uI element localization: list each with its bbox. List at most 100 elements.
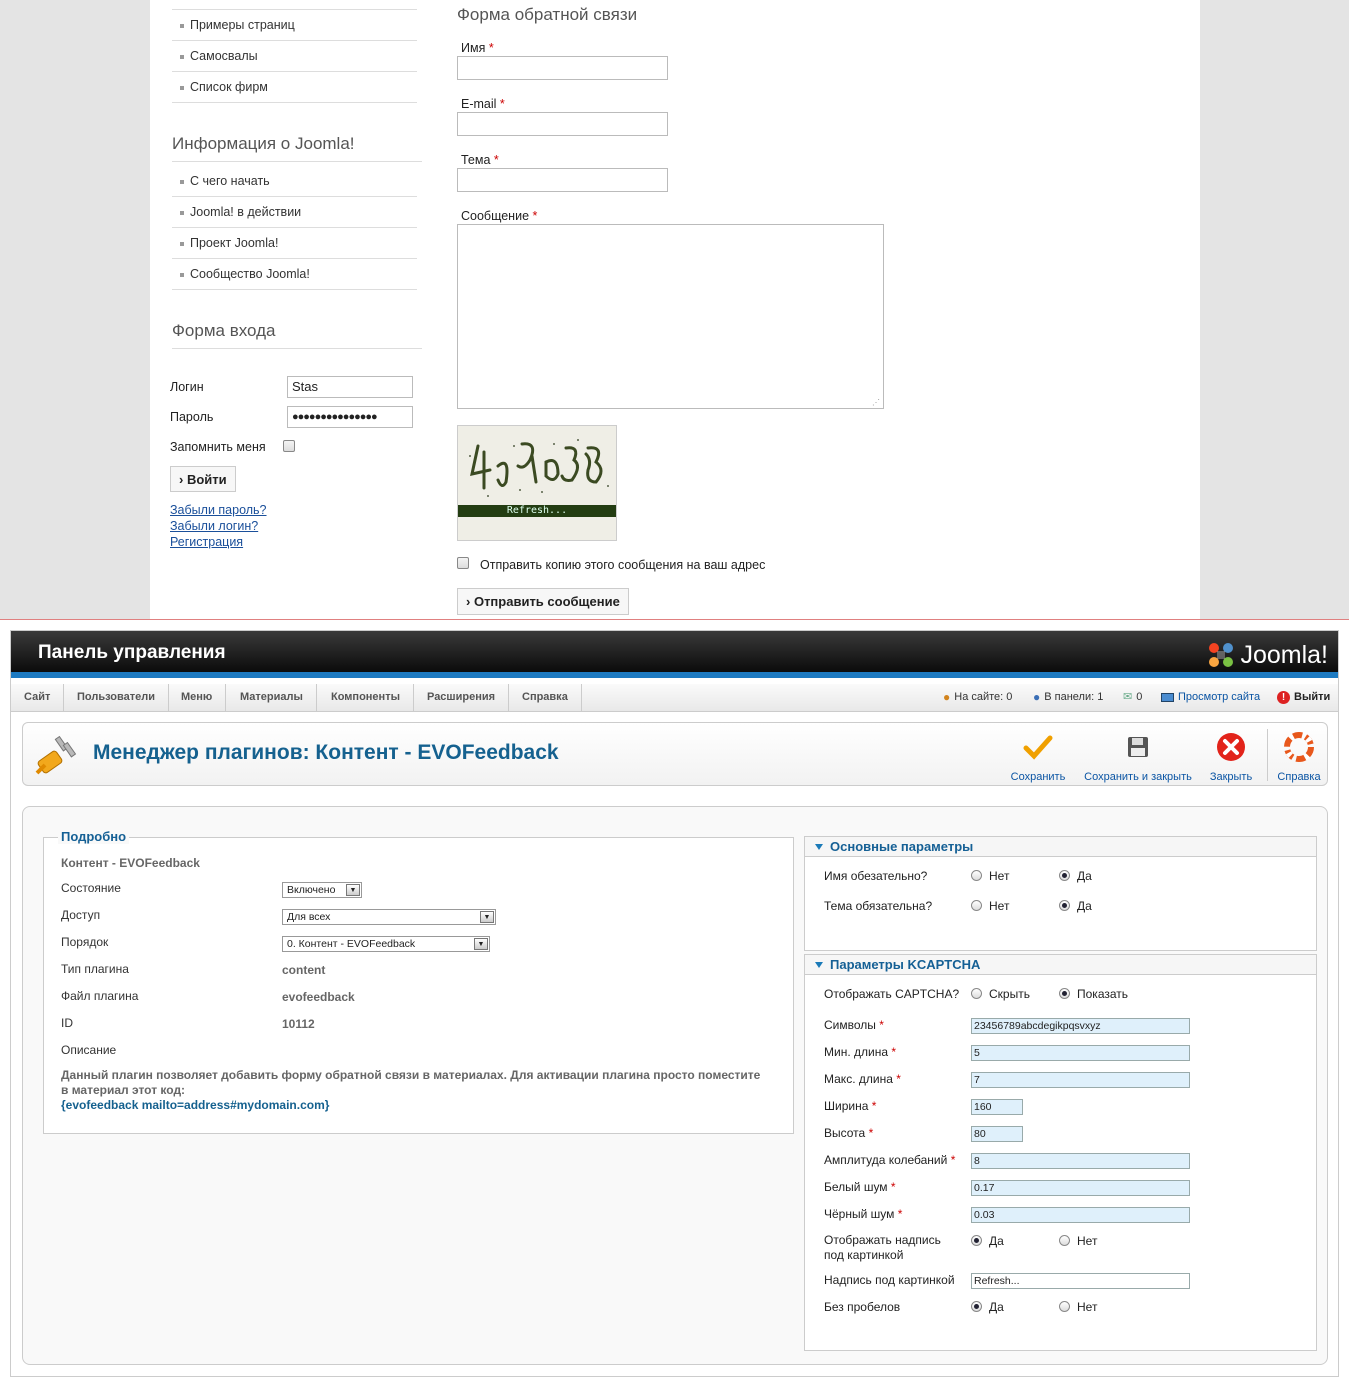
send-button-label: Отправить сообщение (473, 594, 620, 609)
menu-item[interactable]: Примеры страниц (172, 10, 417, 41)
order-select[interactable]: 0. Контент - EVOFeedback ▼ (282, 936, 490, 952)
logout-icon: ! (1277, 691, 1290, 704)
basic-params-heading[interactable]: Основные параметры (805, 837, 1316, 857)
amplitude-label: Амплитуда колебаний * (824, 1153, 955, 1167)
captcha-hide-radio[interactable] (971, 988, 982, 999)
subject-input[interactable] (457, 168, 668, 192)
help-button[interactable]: Справка (1276, 731, 1322, 783)
white-noise-input[interactable]: 0.17 (971, 1180, 1190, 1196)
login-button[interactable]: › Войти (170, 466, 236, 492)
menu-item[interactable]: Проект Joomla! (172, 228, 417, 259)
site-frontend: Примеры страниц Самосвалы Список фирм Ин… (0, 0, 1349, 619)
register-link[interactable]: Регистрация (170, 535, 243, 549)
type-label: Тип плагина (61, 962, 129, 976)
required-mark: * (950, 1153, 956, 1167)
required-mark: * (891, 1045, 897, 1059)
name-required-yes-radio[interactable] (1059, 870, 1070, 881)
captcha-image: Refresh... (457, 425, 617, 541)
width-label: Ширина * (824, 1099, 876, 1113)
menu-item[interactable]: Joomla! в действии (172, 197, 417, 228)
subject-required-yes-radio[interactable] (1059, 900, 1070, 911)
show-captcha-label: Отображать CAPTCHA? (824, 987, 960, 1001)
remember-label: Запомнить меня (170, 440, 266, 454)
radio-label: Да (1077, 899, 1092, 913)
name-input[interactable] (457, 56, 668, 80)
message-textarea[interactable]: ⋰ (457, 224, 884, 409)
nav-articles[interactable]: Материалы (227, 684, 317, 711)
show-caption-label-line2: под картинкой (824, 1248, 904, 1262)
joomla-logo-icon (1209, 643, 1234, 667)
view-site-link[interactable]: Просмотр сайта (1161, 684, 1260, 711)
password-input[interactable]: ●●●●●●●●●●●●●●● (287, 406, 413, 428)
black-noise-input[interactable]: 0.03 (971, 1207, 1190, 1223)
amplitude-input[interactable]: 8 (971, 1153, 1190, 1169)
menu-item[interactable]: Самосвалы (172, 41, 417, 72)
chevron-down-icon: ▼ (346, 884, 360, 896)
description-code: {evofeedback mailto=address#mydomain.com… (61, 1098, 330, 1112)
radio-label: Скрыть (989, 987, 1030, 1001)
save-button[interactable]: Сохранить (1010, 731, 1066, 783)
state-select-value: Включено (287, 884, 336, 896)
show-caption-no-radio[interactable] (1059, 1235, 1070, 1246)
email-input[interactable] (457, 112, 668, 136)
logout-link[interactable]: ! Выйти (1277, 684, 1330, 711)
resize-handle-icon[interactable]: ⋰ (872, 398, 880, 407)
nav-menu[interactable]: Меню (168, 684, 227, 711)
logout-text: Выйти (1294, 691, 1331, 703)
no-spaces-no-radio[interactable] (1059, 1301, 1070, 1312)
subject-required-no-radio[interactable] (971, 900, 982, 911)
access-select[interactable]: Для всех ▼ (282, 909, 496, 925)
name-required-no-radio[interactable] (971, 870, 982, 881)
width-input[interactable]: 160 (971, 1099, 1023, 1115)
screenshot-divider (0, 619, 1349, 620)
width-label-text: Ширина (824, 1099, 869, 1113)
chevron-down-icon: ▼ (474, 938, 488, 950)
help-label: Справка (1277, 771, 1321, 783)
menu-item[interactable]: С чего начать (172, 166, 417, 197)
copy-checkbox[interactable] (457, 557, 469, 569)
checkmark-icon (1010, 731, 1066, 763)
file-label: Файл плагина (61, 989, 139, 1003)
captcha-refresh-link[interactable]: Refresh... (458, 505, 616, 517)
white-noise-label-text: Белый шум (824, 1180, 888, 1194)
forgot-password-link[interactable]: Забыли пароль? (170, 503, 267, 517)
admin-panel: Панель управления Joomla! Сайт Пользоват… (10, 630, 1339, 1377)
view-site-text: Просмотр сайта (1178, 691, 1261, 703)
required-mark: * (499, 97, 505, 111)
no-spaces-yes-radio[interactable] (971, 1301, 982, 1312)
nav-users[interactable]: Пользователи (64, 684, 170, 711)
show-caption-yes-radio[interactable] (971, 1235, 982, 1246)
menu-item[interactable]: Список фирм (172, 72, 417, 103)
joomla-logo[interactable]: Joomla! (1206, 635, 1328, 675)
kcaptcha-params-heading[interactable]: Параметры KCAPTCHA (805, 955, 1316, 975)
save-close-button[interactable]: Сохранить и закрыть (1083, 731, 1193, 783)
forgot-login-link[interactable]: Забыли логин? (170, 519, 258, 533)
nav-extensions[interactable]: Расширения (414, 684, 510, 711)
kcaptcha-params-panel: Параметры KCAPTCHA Отображать CAPTCHA? С… (804, 954, 1317, 1351)
nav-help[interactable]: Справка (509, 684, 582, 711)
white-noise-label: Белый шум * (824, 1180, 896, 1194)
close-label: Закрыть (1209, 771, 1253, 783)
send-message-button[interactable]: › Отправить сообщение (457, 588, 629, 615)
login-input[interactable]: Stas (287, 376, 413, 398)
admin-users-icon: ● (1033, 690, 1041, 704)
state-select[interactable]: Включено ▼ (282, 882, 362, 898)
required-mark: * (879, 1018, 884, 1032)
toolbar-divider (1267, 729, 1268, 781)
caption-input[interactable]: Refresh... (971, 1273, 1190, 1289)
required-mark: * (896, 1072, 901, 1086)
captcha-show-radio[interactable] (1059, 988, 1070, 999)
max-length-input[interactable]: 7 (971, 1072, 1190, 1088)
nav-site[interactable]: Сайт (11, 684, 65, 711)
min-length-input[interactable]: 5 (971, 1045, 1190, 1061)
id-label: ID (61, 1016, 73, 1030)
users-icon: ● (943, 690, 951, 704)
height-input[interactable]: 80 (971, 1126, 1023, 1142)
status-on-site: ● На сайте: 0 (943, 684, 1012, 711)
menu-item[interactable]: Сообщество Joomla! (172, 259, 417, 290)
close-button[interactable]: Закрыть (1208, 731, 1254, 783)
nav-components[interactable]: Компоненты (318, 684, 414, 711)
status-messages[interactable]: ✉ 0 (1123, 684, 1142, 711)
symbols-input[interactable]: 23456789abcdegikpqsvxyz (971, 1018, 1190, 1034)
remember-checkbox[interactable] (283, 440, 295, 452)
